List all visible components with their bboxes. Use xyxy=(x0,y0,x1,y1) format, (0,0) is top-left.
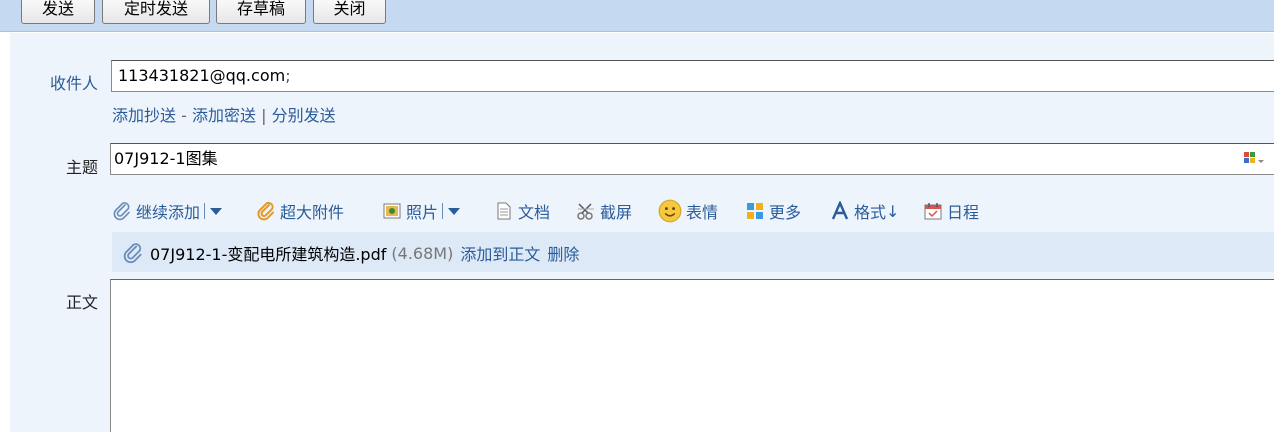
left-border xyxy=(0,33,10,432)
large-attachment-tool[interactable]: 超大附件 xyxy=(256,199,344,223)
document-label: 文档 xyxy=(518,203,551,222)
subject-label: 主题 xyxy=(65,158,98,177)
attachment-item: 07J912-1-变配电所建筑构造.pdf (4.68M) 添加到正文 删除 xyxy=(112,232,1274,272)
send-button[interactable]: 发送 xyxy=(21,0,95,24)
smiley-icon xyxy=(658,199,682,223)
paperclip-icon xyxy=(113,202,130,221)
chevron-down-icon[interactable] xyxy=(210,207,223,215)
subject-value: 07J912-1图集 xyxy=(114,149,218,168)
dash-separator: - xyxy=(181,106,187,125)
font-icon xyxy=(831,201,849,220)
stationery-icon[interactable] xyxy=(1243,151,1267,167)
format-tool[interactable]: 格式 ↓ xyxy=(830,199,899,223)
photo-label: 照片 xyxy=(406,203,439,222)
large-attachment-label: 超大附件 xyxy=(280,203,345,222)
photo-icon xyxy=(383,203,401,219)
body-editor[interactable] xyxy=(110,279,1274,432)
emoji-tool[interactable]: 表情 xyxy=(658,199,718,223)
more-label: 更多 xyxy=(769,203,802,222)
photo-tool[interactable]: 照片 xyxy=(382,199,461,223)
recipient-links: 添加抄送 - 添加密送 | 分别发送 xyxy=(112,102,336,126)
continue-add-tool[interactable]: 继续添加 xyxy=(112,199,223,223)
save-draft-button[interactable]: 存草稿 xyxy=(216,0,306,24)
tool-divider xyxy=(204,203,206,219)
delete-attachment-link[interactable]: 删除 xyxy=(547,241,579,265)
paperclip-orange-icon xyxy=(257,201,274,221)
body-label: 正文 xyxy=(65,293,98,312)
continue-add-label: 继续添加 xyxy=(136,203,201,222)
timed-send-button[interactable]: 定时发送 xyxy=(102,0,210,24)
attachment-filename: 07J912-1-变配电所建筑构造.pdf xyxy=(150,245,387,264)
emoji-label: 表情 xyxy=(686,203,719,222)
add-bcc-link[interactable]: 添加密送 xyxy=(192,106,256,125)
recipient-input[interactable]: 113431821@qq.com; xyxy=(111,60,1274,92)
grid-icon xyxy=(747,203,763,219)
schedule-label: 日程 xyxy=(947,203,980,222)
schedule-tool[interactable]: 日程 xyxy=(923,199,979,223)
document-icon xyxy=(497,202,511,220)
pipe-separator: | xyxy=(261,106,267,125)
recipient-label[interactable]: 收件人 xyxy=(40,70,98,94)
screenshot-tool[interactable]: 截屏 xyxy=(576,199,632,223)
recipient-value: 113431821@qq.com xyxy=(118,66,286,85)
document-tool[interactable]: 文档 xyxy=(494,199,550,223)
chevron-down-icon[interactable] xyxy=(448,207,461,215)
format-arrow: ↓ xyxy=(886,201,900,221)
close-button[interactable]: 关闭 xyxy=(313,0,386,24)
more-tool[interactable]: 更多 xyxy=(745,199,801,223)
send-separately-link[interactable]: 分别发送 xyxy=(272,106,336,125)
screenshot-label: 截屏 xyxy=(600,203,633,222)
attachment-size: (4.68M) xyxy=(391,243,454,263)
format-label: 格式 xyxy=(854,203,887,222)
calendar-icon xyxy=(924,203,942,220)
paperclip-icon xyxy=(123,243,142,264)
attach-tools: 继续添加 超大附件 照片 文档 截屏 表情 更多 格式 ↓ 日程 xyxy=(10,199,1274,223)
scissors-icon xyxy=(577,203,594,220)
compose-toolbar: 发送 定时发送 存草稿 关闭 xyxy=(0,0,1274,32)
subject-input[interactable]: 07J912-1图集 xyxy=(110,143,1274,175)
add-to-body-link[interactable]: 添加到正文 xyxy=(460,241,540,265)
add-cc-link[interactable]: 添加抄送 xyxy=(112,106,176,125)
tool-divider xyxy=(442,203,444,219)
recipient-separator: ; xyxy=(285,66,291,85)
